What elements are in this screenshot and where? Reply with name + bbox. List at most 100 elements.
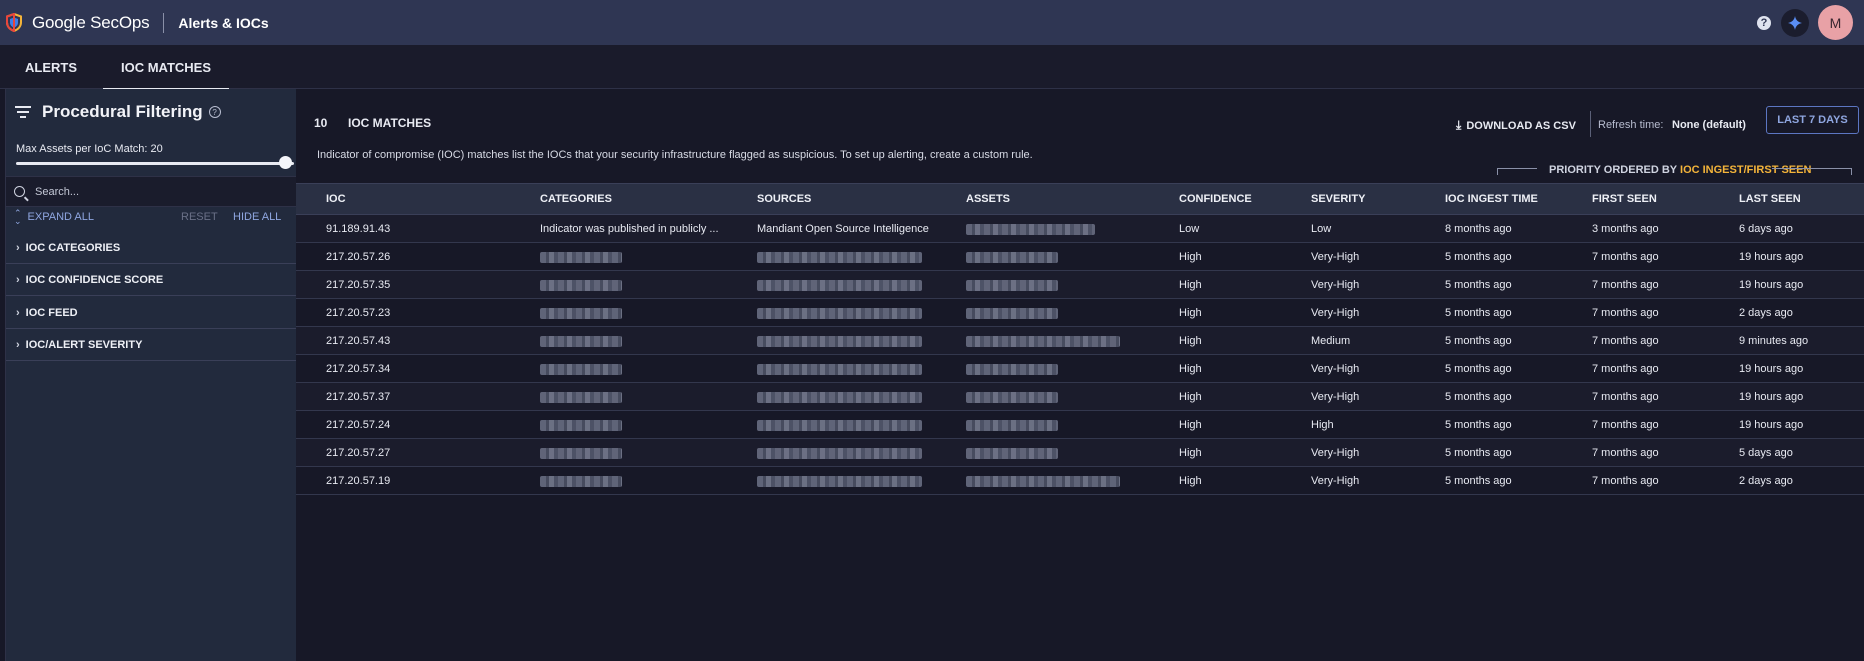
ioc-cell: 217.20.57.23	[326, 307, 391, 319]
max-assets-slider-track[interactable]	[16, 162, 294, 165]
table-row[interactable]: 217.20.57.43 High Medium 5 months ago 7 mont…	[296, 327, 1864, 355]
filter-group-label: IOC CATEGORIES	[25, 241, 121, 254]
column-header-ioc-ingest-time[interactable]: IOC INGEST TIME	[1445, 193, 1538, 205]
severity-cell: Very-High	[1311, 475, 1360, 487]
ioc-cell: 91.189.91.43	[326, 223, 391, 235]
priority-prefix: PRIORITY ORDERED BY	[1549, 164, 1681, 176]
categories-redacted	[540, 308, 622, 319]
categories-redacted	[540, 364, 622, 375]
chevron-right-icon: ›	[16, 241, 20, 254]
filter-group-ioc-feed[interactable]: › IOC FEED	[6, 297, 297, 329]
table-row[interactable]: 217.20.57.27 High Very-High 5 months ago 7 m…	[296, 439, 1864, 467]
last-seen-cell: 6 days ago	[1739, 223, 1793, 235]
sources-redacted	[757, 448, 922, 459]
column-header-confidence[interactable]: CONFIDENCE	[1179, 193, 1252, 205]
confidence-cell: Low	[1179, 223, 1200, 235]
filter-group-ioc-confidence-score[interactable]: › IOC CONFIDENCE SCORE	[6, 264, 297, 296]
panel-title: Procedural Filtering	[42, 102, 203, 121]
hide-all-button[interactable]: HIDE ALL	[233, 211, 281, 223]
last-seen-cell: 9 minutes ago	[1739, 335, 1809, 347]
assets-redacted	[966, 224, 1095, 235]
brand-name[interactable]: Google SecOps	[32, 13, 150, 33]
ingest-time-cell: 5 months ago	[1445, 251, 1512, 263]
brand-divider	[163, 12, 165, 33]
filter-search	[6, 176, 297, 207]
ingest-time-cell: 8 months ago	[1445, 223, 1512, 235]
help-circle-icon[interactable]: ?	[208, 106, 221, 118]
first-seen-cell: 7 months ago	[1592, 279, 1659, 291]
chevron-right-icon: ›	[16, 338, 20, 351]
search-icon	[14, 186, 25, 197]
sources-redacted	[757, 308, 922, 319]
refresh-time-select[interactable]: None (default)	[1672, 119, 1746, 131]
table-row[interactable]: 217.20.57.37 High Very-High 5 months ago 7 m…	[296, 383, 1864, 411]
reset-button[interactable]: RESET	[181, 211, 218, 223]
ingest-time-cell: 5 months ago	[1445, 391, 1512, 403]
confidence-cell: High	[1179, 419, 1202, 431]
first-seen-cell: 7 months ago	[1592, 447, 1659, 459]
assets-redacted	[966, 280, 1058, 291]
confidence-cell: High	[1179, 279, 1202, 291]
expand-all-button[interactable]: ⌃ ⌄ EXPAND ALL	[14, 208, 94, 226]
assets-redacted	[966, 448, 1058, 459]
sources-redacted	[757, 280, 922, 291]
ioc-cell: 217.20.57.27	[326, 447, 391, 459]
categories-redacted	[540, 448, 622, 459]
column-header-sources[interactable]: SOURCES	[757, 193, 811, 205]
table-row[interactable]: 91.189.91.43 Indicator was published in p…	[296, 215, 1864, 243]
table-row[interactable]: 217.20.57.24 High High 5 months ago 7 months…	[296, 411, 1864, 439]
page-title: Alerts & IOCs	[178, 14, 269, 31]
table-row[interactable]: 217.20.57.34 High Very-High 5 months ago 7 m…	[296, 355, 1864, 383]
assets-redacted	[966, 336, 1120, 347]
max-assets-slider-handle[interactable]	[279, 156, 292, 169]
confidence-cell: High	[1179, 335, 1202, 347]
filter-group-label: IOC CONFIDENCE SCORE	[25, 273, 164, 286]
section-description: Indicator of compromise (IOC) matches li…	[317, 149, 1033, 161]
chevron-right-icon: ›	[16, 273, 20, 286]
table-row[interactable]: 217.20.57.23 High Very-High 5 months ago 7 m…	[296, 299, 1864, 327]
first-seen-cell: 7 months ago	[1592, 251, 1659, 263]
filter-group-ioc-categories[interactable]: › IOC CATEGORIES	[6, 232, 297, 264]
filter-group-label: IOC/ALERT SEVERITY	[25, 338, 143, 351]
filter-search-input[interactable]	[35, 185, 285, 198]
table-row[interactable]: 217.20.57.19 High Very-High 5 months ago 7 m…	[296, 467, 1864, 495]
user-avatar[interactable]: M	[1818, 5, 1853, 40]
help-icon[interactable]: ?	[1757, 15, 1771, 30]
sources-redacted	[757, 252, 922, 263]
ingest-time-cell: 5 months ago	[1445, 279, 1512, 291]
column-header-categories[interactable]: CATEGORIES	[540, 193, 612, 205]
first-seen-cell: 7 months ago	[1592, 307, 1659, 319]
secops-logo-icon[interactable]	[6, 13, 22, 32]
priority-field[interactable]: IOC INGEST/FIRST SEEN	[1680, 164, 1811, 176]
confidence-cell: High	[1179, 447, 1202, 459]
section-title: IOC MATCHES	[348, 116, 432, 130]
first-seen-cell: 7 months ago	[1592, 391, 1659, 403]
tab-ioc-matches[interactable]: IOC MATCHES	[103, 45, 229, 90]
last-seen-cell: 2 days ago	[1739, 475, 1793, 487]
filter-actions: ⌃ ⌄ EXPAND ALL RESET HIDE ALL	[6, 207, 297, 227]
ingest-time-cell: 5 months ago	[1445, 475, 1512, 487]
column-header-assets[interactable]: ASSETS	[966, 193, 1010, 205]
sources-cell: Mandiant Open Source Intelligence	[757, 223, 929, 235]
last-seen-cell: 19 hours ago	[1739, 251, 1804, 263]
tab-bar: ALERTS IOC MATCHES	[0, 45, 1864, 90]
expand-chevrons-icon: ⌃ ⌄	[14, 208, 22, 226]
table-row[interactable]: 217.20.57.26 High Very-High 5 months ago 7 m…	[296, 243, 1864, 271]
categories-cell: Indicator was published in publicly ...	[540, 223, 719, 235]
download-csv-button[interactable]: ⤓ DOWNLOAD AS CSV	[1456, 118, 1576, 133]
filter-group-ioc-alert-severity[interactable]: › IOC/ALERT SEVERITY	[6, 329, 297, 361]
last-seen-cell: 19 hours ago	[1739, 279, 1804, 291]
column-header-first-seen[interactable]: FIRST SEEN	[1592, 193, 1657, 205]
gemini-sparkle-icon[interactable]	[1781, 8, 1809, 37]
ingest-time-cell: 5 months ago	[1445, 363, 1512, 375]
column-header-severity[interactable]: SEVERITY	[1311, 193, 1365, 205]
table-row[interactable]: 217.20.57.35 High Very-High 5 months ago 7 m…	[296, 271, 1864, 299]
time-range-button[interactable]: LAST 7 DAYS	[1766, 106, 1859, 134]
ioc-cell: 217.20.57.34	[326, 363, 391, 375]
column-header-last-seen[interactable]: LAST SEEN	[1739, 193, 1801, 205]
first-seen-cell: 7 months ago	[1592, 475, 1659, 487]
column-header-ioc[interactable]: IOC	[326, 193, 346, 205]
severity-cell: Very-High	[1311, 307, 1360, 319]
confidence-cell: High	[1179, 251, 1202, 263]
tab-alerts[interactable]: ALERTS	[8, 45, 94, 89]
